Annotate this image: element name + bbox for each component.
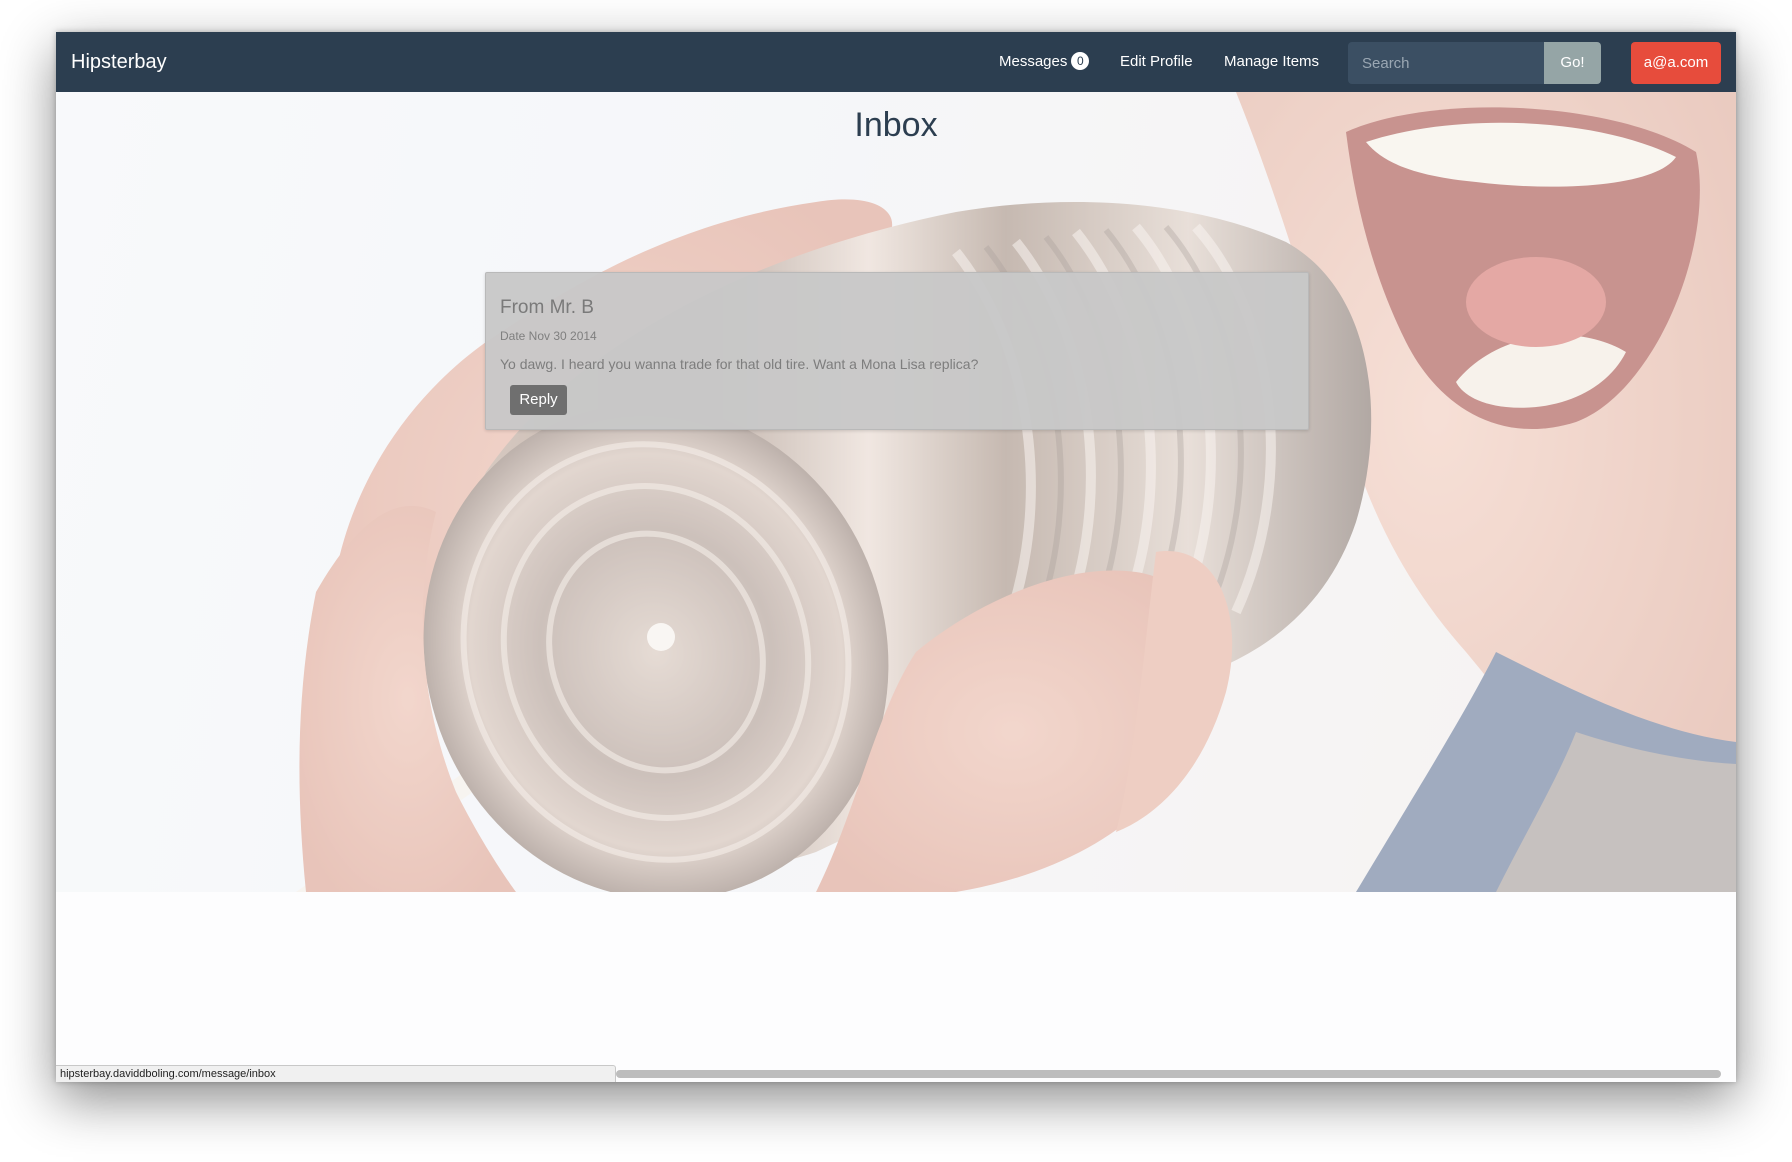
brand-link[interactable]: Hipsterbay [71, 32, 167, 92]
nav-messages[interactable]: Messages 0 [999, 32, 1090, 92]
search-input[interactable] [1348, 42, 1544, 84]
nav-messages-label: Messages [999, 53, 1068, 70]
message-from: From Mr. B [500, 297, 594, 318]
hero-background: Inbox From Mr. B Date Nov 30 2014 Yo daw… [56, 92, 1736, 892]
message-card: From Mr. B Date Nov 30 2014 Yo dawg. I h… [485, 272, 1309, 430]
nav-edit-profile[interactable]: Edit Profile [1120, 32, 1193, 92]
horizontal-scrollbar[interactable] [616, 1070, 1721, 1078]
reply-button[interactable]: Reply [510, 385, 567, 415]
messages-count-badge: 0 [1071, 52, 1090, 71]
status-bar-url: hipsterbay.daviddboling.com/message/inbo… [56, 1065, 616, 1082]
hero-fade-overlay [56, 92, 1736, 892]
navbar: Hipsterbay Messages 0 Edit Profile Manage… [56, 32, 1736, 92]
search-go-button[interactable]: Go! [1544, 42, 1601, 84]
user-account-button[interactable]: a@a.com [1631, 42, 1721, 84]
browser-window: Hipsterbay Messages 0 Edit Profile Manage… [56, 32, 1736, 1082]
nav-manage-items[interactable]: Manage Items [1224, 32, 1319, 92]
message-date: Date Nov 30 2014 [500, 329, 597, 343]
message-body: Yo dawg. I heard you wanna trade for tha… [500, 356, 979, 372]
page-title: Inbox [854, 106, 938, 144]
